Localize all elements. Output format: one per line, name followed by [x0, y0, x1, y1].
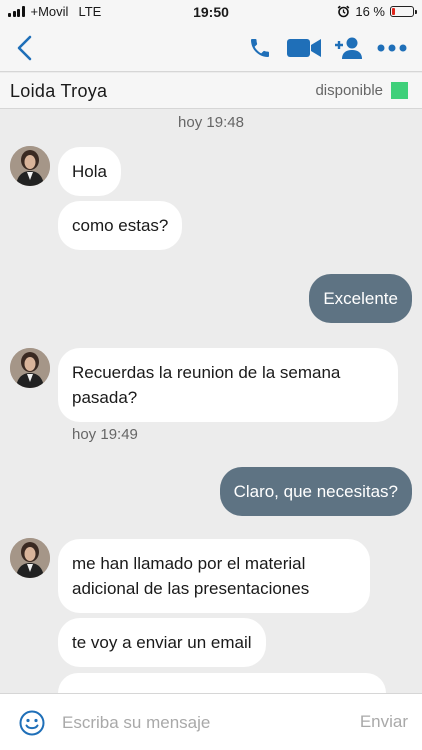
- incoming-message[interactable]: como estas?: [58, 201, 183, 250]
- message-list[interactable]: hoy 19:48 Hola como estas? Excelente Rec…: [0, 110, 422, 693]
- header-actions: [238, 32, 414, 64]
- video-call-button[interactable]: [282, 32, 326, 64]
- battery-fill: [392, 8, 396, 15]
- outgoing-message[interactable]: Claro, que necesitas?: [219, 467, 412, 516]
- status-right: 16 %: [337, 4, 417, 19]
- presence-indicator: [391, 82, 408, 99]
- add-participant-button[interactable]: [326, 32, 370, 64]
- navigation-bar: [0, 24, 422, 72]
- status-bar: +Movil LTE 19:50 16 %: [0, 0, 422, 24]
- emoji-button[interactable]: [18, 709, 46, 737]
- send-button[interactable]: Enviar: [360, 712, 408, 732]
- back-button[interactable]: [14, 34, 38, 62]
- battery-icon: [390, 6, 417, 17]
- smiley-icon: [19, 710, 45, 736]
- video-icon: [287, 39, 321, 57]
- message-timestamp: hoy 19:49: [72, 426, 138, 443]
- call-button[interactable]: [238, 32, 282, 64]
- timestamp-divider: hoy 19:48: [178, 114, 244, 131]
- contact-photo-icon: [10, 146, 50, 186]
- message-input[interactable]: [62, 706, 332, 740]
- incoming-message[interactable]: Recuerdas la reunion de la semana pasada…: [58, 348, 398, 422]
- incoming-message[interactable]: te voy a enviar un email: [58, 618, 266, 667]
- contact-photo-icon: [10, 348, 50, 388]
- presence-label: disponible: [315, 82, 383, 99]
- message-composer: Enviar: [0, 693, 422, 750]
- contact-bar: Loida Troya disponible: [0, 73, 422, 109]
- battery-percent: 16 %: [355, 4, 385, 19]
- incoming-message[interactable]: Hola: [58, 147, 121, 196]
- avatar: [10, 146, 50, 186]
- contact-photo-icon: [10, 538, 50, 578]
- incoming-message-partial[interactable]: [58, 673, 386, 693]
- alarm-icon: [338, 5, 350, 18]
- outgoing-message[interactable]: Excelente: [309, 274, 412, 323]
- phone-icon: [251, 39, 269, 57]
- avatar: [10, 348, 50, 388]
- more-options-button[interactable]: [370, 32, 414, 64]
- more-icon: [377, 44, 407, 52]
- avatar: [10, 538, 50, 578]
- incoming-message[interactable]: me han llamado por el material adicional…: [58, 539, 370, 613]
- add-contact-icon: [335, 37, 362, 59]
- chevron-left-icon: [17, 35, 32, 61]
- contact-name: Loida Troya: [10, 81, 108, 101]
- presence-status: disponible: [315, 82, 408, 99]
